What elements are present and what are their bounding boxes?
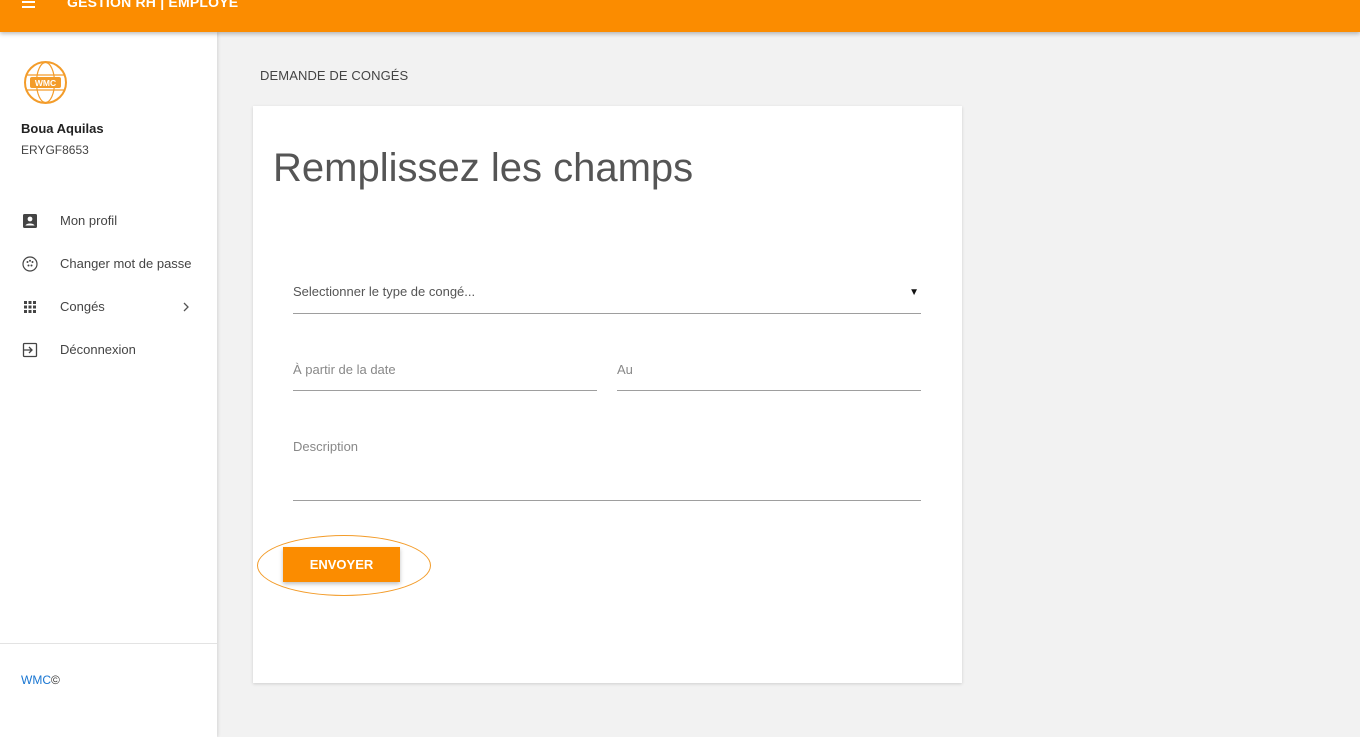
- copyright-symbol: ©: [51, 673, 60, 687]
- chevron-right-icon: [183, 302, 189, 312]
- wmc-logo: WMC: [24, 61, 67, 104]
- password-dots-icon: [22, 256, 38, 272]
- dropdown-arrow-icon: ▼: [909, 287, 919, 298]
- footer-brand-link[interactable]: WMC: [21, 673, 51, 687]
- sidebar-item-conges[interactable]: Congés: [0, 289, 217, 325]
- form-title: Remplissez les champs: [273, 146, 694, 190]
- description-label: Description: [293, 439, 359, 454]
- sidebar-item-deconnexion[interactable]: Déconnexion: [0, 332, 217, 368]
- apps-grid-icon: [24, 301, 36, 313]
- logout-icon: [22, 342, 38, 358]
- page-breadcrumb: DEMANDE DE CONGÉS: [260, 68, 409, 83]
- user-name: Boua Aquilas: [21, 121, 104, 136]
- end-date-field[interactable]: Au: [617, 350, 921, 391]
- sidebar-item-changer-mot-de-passe[interactable]: Changer mot de passe: [0, 246, 217, 282]
- start-date-field[interactable]: À partir de la date: [293, 350, 597, 391]
- leave-request-form-card: Remplissez les champs Selectionner le ty…: [253, 106, 962, 683]
- leave-type-placeholder: Selectionner le type de congé...: [293, 284, 476, 299]
- sidebar-item-label: Congés: [60, 299, 105, 314]
- submit-button[interactable]: ENVOYER: [283, 547, 400, 582]
- app-title: GESTION RH | EMPLOYÉ: [67, 0, 239, 10]
- sidebar-item-label: Mon profil: [60, 213, 118, 228]
- top-app-bar: GESTION RH | EMPLOYÉ: [0, 0, 1360, 32]
- sidebar: WMC Boua Aquilas ERYGF8653 Mon profil Ch…: [0, 32, 217, 737]
- sidebar-footer-divider: [0, 643, 217, 644]
- account-box-icon: [23, 214, 37, 228]
- svg-text:WMC: WMC: [35, 78, 56, 88]
- footer-copyright: WMC©: [21, 673, 60, 687]
- leave-type-select[interactable]: Selectionner le type de congé... ▼: [293, 270, 921, 314]
- sidebar-item-label: Changer mot de passe: [60, 256, 192, 271]
- user-id: ERYGF8653: [21, 143, 89, 157]
- end-date-label: Au: [617, 362, 633, 377]
- sidebar-item-label: Déconnexion: [60, 342, 136, 357]
- sidebar-item-mon-profil[interactable]: Mon profil: [0, 203, 217, 239]
- hamburger-icon[interactable]: [22, 0, 38, 10]
- description-field[interactable]: Description: [293, 426, 921, 501]
- start-date-label: À partir de la date: [293, 362, 396, 377]
